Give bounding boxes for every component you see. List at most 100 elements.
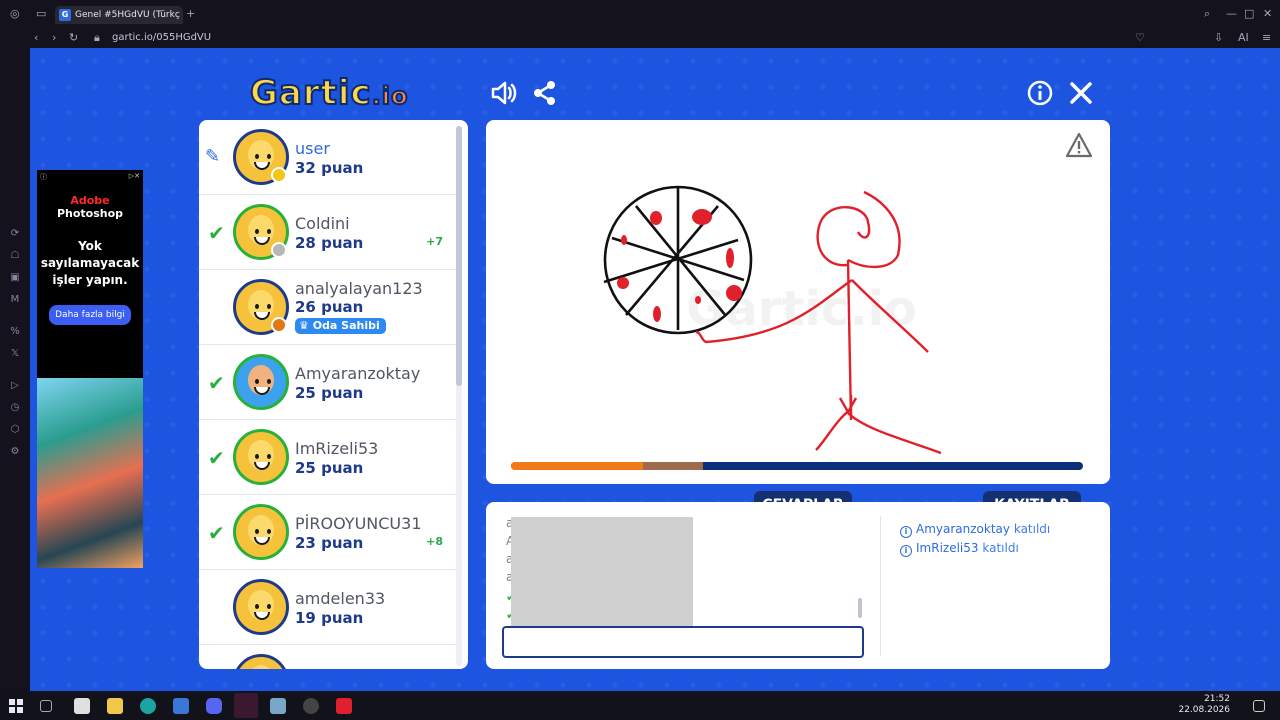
sidebar-history-icon[interactable]: ◷	[9, 402, 21, 414]
url-text[interactable]: gartic.io/055HGdVU	[112, 31, 211, 45]
browser-tabbar: ◎ ▭ G Genel #5HGdVU (Türkç + ⌕ — □ ✕	[0, 0, 1280, 28]
share-icon[interactable]	[530, 78, 560, 108]
player-row[interactable]: ✔ Amyaranzoktay 25 puan	[199, 345, 461, 420]
opera-logo-icon[interactable]: ◎	[10, 7, 20, 21]
status-dot	[271, 167, 287, 183]
tab-manager-icon[interactable]: ▭	[36, 7, 46, 21]
points-gain: +7	[426, 235, 443, 248]
crown-icon: ♛	[299, 319, 313, 332]
app-icon[interactable]	[270, 698, 286, 714]
player-name: PİROOYUNCU31	[295, 514, 422, 533]
check-icon: ✔	[208, 371, 225, 395]
sidebar-messenger-icon[interactable]: ☖	[9, 250, 21, 262]
log-text: katıldı	[1013, 522, 1051, 536]
player-name: ImRizeli53	[295, 439, 379, 458]
sidebar-percent-icon[interactable]: %	[9, 326, 21, 338]
player-row[interactable]: amdelen33 19 puan	[199, 570, 461, 645]
windows-start-icon[interactable]	[9, 698, 25, 714]
info-icon: i	[900, 526, 912, 538]
windows-taskbar: 21:52 22.08.2026	[0, 691, 1280, 720]
forward-icon[interactable]: ›	[52, 31, 56, 45]
browser-tab[interactable]: G Genel #5HGdVU (Türkç	[55, 6, 183, 24]
ad-headline: Yok sayılamayacak işler yapın.	[40, 239, 140, 287]
players-scrollbar-thumb[interactable]	[456, 126, 462, 386]
avatar	[233, 429, 289, 485]
sidebar-speeddial-icon[interactable]: ⟳	[9, 228, 21, 240]
clock-time: 21:52	[1204, 694, 1230, 704]
ad-brand: Adobe Photoshop	[37, 194, 143, 220]
sidebar-instagram-icon[interactable]: ▣	[9, 272, 21, 284]
player-row-partial[interactable]	[199, 645, 461, 669]
ad-close-icon[interactable]: ▷✕	[129, 172, 140, 180]
download-icon[interactable]: ⇩	[1214, 31, 1223, 45]
search-icon[interactable]: ⌕	[1204, 7, 1210, 21]
mail-app-icon[interactable]	[173, 698, 189, 714]
player-score: 19 puan	[295, 609, 364, 627]
system-clock[interactable]: 21:52 22.08.2026	[1170, 694, 1230, 716]
maximize-icon[interactable]: □	[1244, 7, 1254, 21]
check-icon: ✔	[208, 446, 225, 470]
sidebar-extensions-icon[interactable]: ⬡	[9, 424, 21, 436]
report-warning-icon[interactable]	[1066, 132, 1092, 158]
player-score: 25 puan	[295, 384, 364, 402]
sound-icon[interactable]	[489, 78, 519, 108]
app-icon-2[interactable]	[303, 698, 319, 714]
new-tab-icon[interactable]: +	[186, 7, 195, 21]
owner-badge-label: Oda Sahibi	[312, 319, 380, 332]
player-score: 28 puan	[295, 234, 364, 252]
info-icon[interactable]	[1025, 78, 1055, 108]
log-line: i Amyaranzoktay katıldı	[900, 520, 1100, 539]
chat-divider	[880, 516, 881, 656]
menu-icon[interactable]: ≡	[1262, 31, 1271, 45]
player-name: amdelen33	[295, 589, 386, 608]
player-row[interactable]: ✔ Coldini 28 puan +7	[199, 195, 461, 270]
sidebar-x-icon[interactable]: 𝕏	[9, 348, 21, 360]
ai-icon[interactable]: AI	[1238, 31, 1249, 45]
player-row[interactable]: ✎ user 32 puan	[199, 120, 461, 195]
store-icon[interactable]	[74, 698, 90, 714]
chat-panel: a A a a ✔ ✔ u! iAmyaranzoktay katıldı iI…	[486, 502, 1110, 669]
player-row[interactable]: ✔ ImRizeli53 25 puan	[199, 420, 461, 495]
player-score: 26 puan	[295, 298, 364, 316]
edge-icon[interactable]	[140, 698, 156, 714]
sidebar-play-icon[interactable]: ▷	[9, 380, 21, 392]
player-row[interactable]: analyalayan123 26 puan ♛ Oda Sahibi	[199, 270, 461, 345]
player-row[interactable]: ✔ PİROOYUNCU31 23 puan +8	[199, 495, 461, 570]
pencil-icon: ✎	[205, 146, 221, 167]
app-icon-3[interactable]	[336, 698, 352, 714]
log-player-name: Amyaranzoktay	[916, 522, 1010, 536]
ad-banner[interactable]: ⓘ ▷✕ Adobe Photoshop Yok sayılamayacak i…	[37, 170, 143, 568]
log-line: i ImRizeli53 katıldı	[900, 539, 1100, 558]
close-window-icon[interactable]: ✕	[1263, 7, 1272, 21]
notifications-icon[interactable]	[1253, 700, 1265, 712]
close-icon[interactable]	[1066, 78, 1096, 108]
task-view-icon[interactable]	[40, 700, 52, 712]
answers-scrollbar[interactable]	[858, 598, 862, 618]
check-icon: ✔	[208, 521, 225, 545]
gartic-logo: Gartic.io	[249, 72, 409, 114]
answer-input[interactable]	[502, 626, 864, 658]
player-name: user	[295, 139, 330, 158]
players-list: ✎ user 32 puan ✔ Coldini 28 puan +7 anal…	[199, 120, 468, 669]
back-icon[interactable]: ‹	[34, 31, 38, 45]
round-timer-mid	[642, 462, 703, 470]
bookmark-icon[interactable]: ♡	[1135, 31, 1145, 45]
avatar	[233, 354, 289, 410]
player-name: Coldini	[295, 214, 350, 233]
file-explorer-icon[interactable]	[107, 698, 123, 714]
discord-icon[interactable]	[206, 698, 222, 714]
round-timer-bar	[511, 462, 1083, 470]
ad-cta-button[interactable]: Daha fazla bilgi	[49, 305, 131, 325]
minimize-icon[interactable]: —	[1226, 7, 1237, 21]
opera-gx-icon[interactable]	[234, 693, 258, 718]
log-player-name: ImRizeli53	[916, 541, 979, 555]
drawing-canvas[interactable]: Gartic.io	[486, 120, 1110, 484]
ad-info-icon[interactable]: ⓘ	[40, 172, 47, 182]
reload-icon[interactable]: ↻	[69, 31, 78, 45]
sidebar-settings-icon[interactable]: ⚙	[9, 446, 21, 458]
logo-main: Gartic	[249, 72, 372, 114]
info-icon: i	[900, 545, 912, 557]
status-dot	[271, 317, 287, 333]
sidebar-mail-icon[interactable]: M	[9, 294, 21, 306]
game-area: ⓘ ▷✕ Adobe Photoshop Yok sayılamayacak i…	[30, 48, 1280, 691]
